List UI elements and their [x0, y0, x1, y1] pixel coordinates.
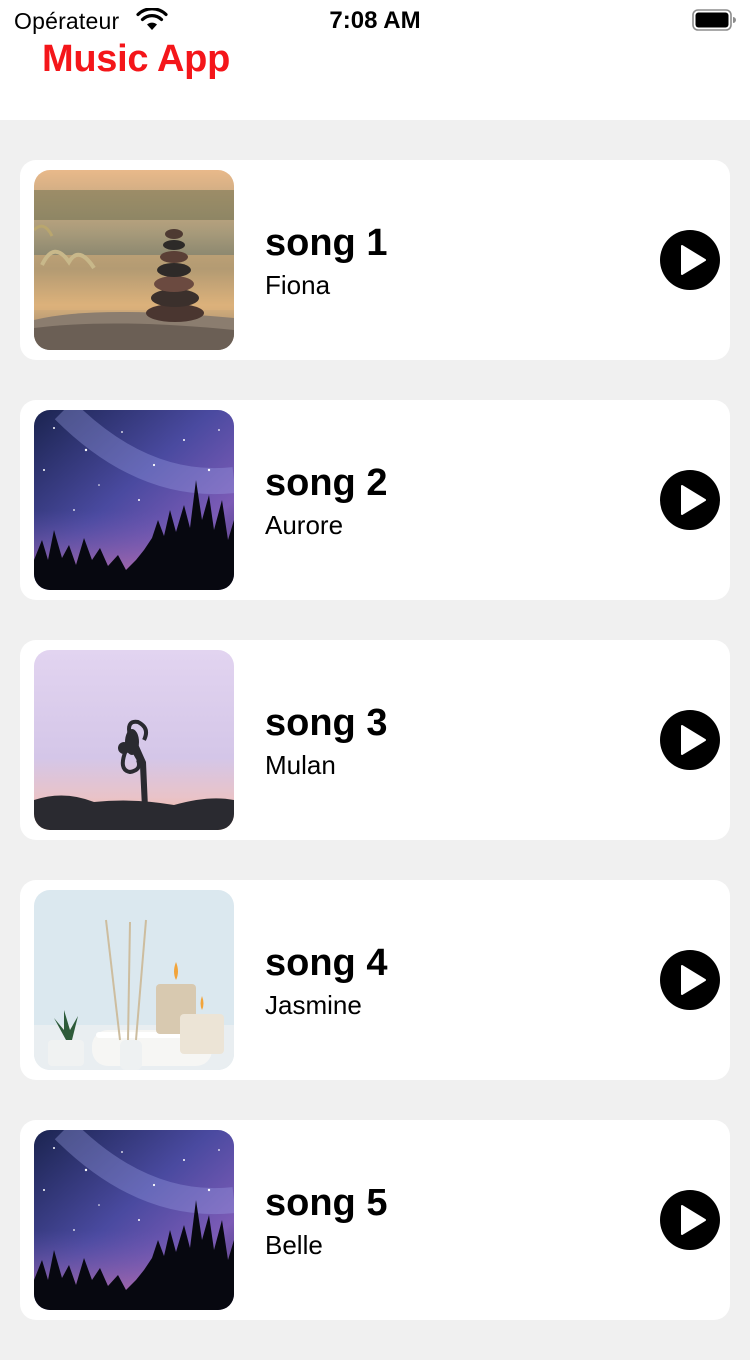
play-icon	[681, 245, 706, 275]
play-icon	[681, 725, 706, 755]
song-artwork	[34, 410, 234, 590]
song-row[interactable]: song 5 Belle	[20, 1120, 730, 1320]
song-artist: Aurore	[265, 510, 344, 540]
song-title: song 1	[265, 222, 388, 264]
app-header: Opérateur 7:08 AM Music App	[0, 0, 750, 120]
song-artist: Mulan	[265, 750, 336, 780]
status-bar: Opérateur 7:08 AM	[0, 0, 750, 40]
status-time: 7:08 AM	[329, 7, 421, 34]
song-list: song 1 Fiona song 2 Aurore song 3 Mulan …	[20, 160, 730, 1360]
song-title: song 4	[265, 942, 388, 984]
play-button[interactable]	[660, 1190, 720, 1250]
play-icon	[681, 485, 706, 515]
song-row[interactable]: song 2 Aurore	[20, 400, 730, 600]
song-title: song 2	[265, 462, 388, 504]
battery-full-icon	[692, 9, 736, 31]
page-title: Music App	[42, 38, 231, 80]
song-artwork	[34, 170, 234, 350]
song-row[interactable]: song 4 Jasmine	[20, 880, 730, 1080]
song-artwork	[34, 890, 234, 1070]
song-row[interactable]: song 3 Mulan	[20, 640, 730, 840]
song-row[interactable]: song 1 Fiona	[20, 160, 730, 360]
song-artwork	[34, 1130, 234, 1310]
song-artwork	[34, 650, 234, 830]
song-title: song 3	[265, 702, 388, 744]
play-icon	[681, 1205, 706, 1235]
play-icon	[681, 965, 706, 995]
song-artist: Jasmine	[265, 990, 362, 1020]
play-button[interactable]	[660, 470, 720, 530]
play-button[interactable]	[660, 710, 720, 770]
song-artist: Belle	[265, 1230, 323, 1260]
play-button[interactable]	[660, 230, 720, 290]
song-title: song 5	[265, 1182, 388, 1224]
song-artist: Fiona	[265, 270, 331, 300]
play-button[interactable]	[660, 950, 720, 1010]
